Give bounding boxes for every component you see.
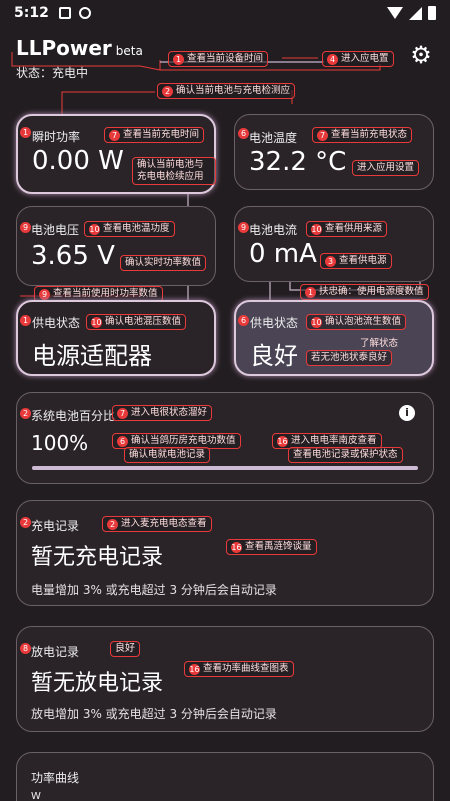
supply-dot: 1	[20, 315, 31, 326]
charge-record-label: 充电记录	[31, 519, 80, 533]
status-time: 5:12	[14, 5, 49, 21]
annotation-10d: 10 确认泡池流生数值	[306, 314, 407, 330]
power-dot: 1	[20, 127, 31, 138]
annotation-confirm-power: 确认实时功率数值	[120, 255, 207, 271]
annotation-10c: 10 确认电池混压数值	[86, 314, 187, 330]
charge-record-note: 电量增加 3% 或充电超过 3 分钟后会自动记录	[31, 583, 277, 597]
discharge-record-card[interactable]: 放电记录 暂无放电记录 放电增加 3% 或充电超过 3 分钟后会自动记录	[16, 626, 434, 732]
settings-gear-icon[interactable]: ⚙	[408, 42, 434, 68]
annotation-16b: 16 查看禹涟馋谈量	[226, 539, 317, 555]
battery-health-label: 供电状态	[250, 316, 299, 330]
discharge-dot: 8	[20, 643, 31, 654]
current-value: 0 mA	[249, 239, 317, 269]
battery-percent-value: 100%	[31, 431, 89, 455]
annotation-1: 1 查看当前设备时间	[168, 51, 269, 67]
discharge-record-label: 放电记录	[31, 645, 80, 659]
charge-record-value: 暂无充电记录	[31, 545, 164, 570]
app-name: LLPower	[16, 36, 112, 60]
annotation-2: 2 确认当前电池与充电检测应	[157, 83, 296, 99]
temperature-label: 电池温度	[249, 131, 298, 145]
charge-record-card[interactable]: 充电记录 暂无充电记录 电量增加 3% 或充电超过 3 分钟后会自动记录	[16, 500, 434, 606]
annotation-1b: 1 扶忠确：使用电源度数值	[300, 284, 429, 300]
annotation-confirm-battery: 确认当前电池与充电电检续应用	[132, 157, 216, 185]
beta-label: beta	[115, 44, 143, 58]
power-curve-card[interactable]: 功率曲线 W	[16, 752, 434, 801]
status-bar: 5:12	[0, 0, 450, 26]
annotation-3: 3 查看供电源	[320, 253, 392, 269]
current-label: 电池电流	[249, 223, 298, 237]
annotation-10: 10 查看电池温功度	[84, 221, 175, 237]
supply-status-card[interactable]: 供电状态 电源适配器	[16, 300, 216, 376]
annotation-enter-settings: 进入应用设置	[352, 160, 420, 176]
charging-state: 状态：充电中	[16, 66, 89, 80]
annotation-view-record: 查看电池记录或保护状态	[288, 447, 403, 463]
annotation-10b: 10 查看供用来源	[306, 221, 388, 237]
discharge-record-value: 暂无放电记录	[31, 671, 164, 696]
voltage-dot: 9	[20, 222, 31, 233]
temperature-dot: 6	[238, 128, 249, 139]
voltage-value: 3.65 V	[31, 241, 115, 271]
voltage-card[interactable]: 电池电压 3.65 V	[16, 206, 216, 286]
percent-dot: 2	[20, 408, 31, 419]
supply-status-label: 供电状态	[32, 316, 81, 330]
health-dot: 6	[238, 315, 249, 326]
voltage-label: 电池电压	[31, 223, 80, 237]
annotation-confirm-record: 确认电就电池记录	[124, 447, 211, 463]
power-value: 0.00 W	[32, 146, 124, 176]
battery-percent-label: 系统电池百分比	[31, 409, 116, 423]
signal-icon	[409, 6, 422, 20]
temperature-card[interactable]: 电池温度 32.2 °C	[234, 114, 434, 190]
annotation-2b: 2 进入麦充电电态查看	[102, 516, 212, 532]
current-dot: 9	[238, 222, 249, 233]
temperature-value: 32.2 °C	[249, 147, 347, 177]
info-icon[interactable]: i	[399, 405, 415, 421]
annotation-state-known: 了解状态	[360, 338, 399, 349]
gauge-icon	[78, 7, 91, 19]
discharge-record-note: 放电增加 3% 或充电超过 3 分钟后会自动记录	[31, 707, 277, 721]
battery-health-value: 良好	[250, 342, 298, 370]
wifi-icon	[387, 7, 403, 19]
annotation-7b: 7 查看当前充电状态	[312, 127, 413, 143]
annotation-16c: 16 查看功率曲线查图表	[184, 661, 294, 677]
annotation-7: 7 查看当前充电时间	[104, 127, 205, 143]
power-curve-label: 功率曲线	[31, 771, 80, 785]
battery-icon	[428, 6, 436, 20]
annotation-state-good: 若无池池状泰良好	[306, 350, 393, 366]
supply-status-value: 电源适配器	[32, 342, 152, 370]
annotation-good-tag: 良好	[110, 641, 140, 657]
annotation-7c: 7 进入电很状态溜好	[112, 405, 213, 421]
annotation-4: 4 进入应电置	[322, 51, 394, 67]
power-curve-unit: W	[31, 791, 41, 801]
notification-a-icon	[58, 7, 71, 19]
battery-progress-fill	[32, 466, 418, 470]
battery-progress-bar	[32, 466, 418, 470]
app-title: LLPower beta	[16, 36, 143, 60]
power-label: 瞬时功率	[32, 130, 81, 144]
charge-dot: 2	[20, 517, 31, 528]
current-card[interactable]: 电池电流 0 mA	[234, 206, 434, 282]
